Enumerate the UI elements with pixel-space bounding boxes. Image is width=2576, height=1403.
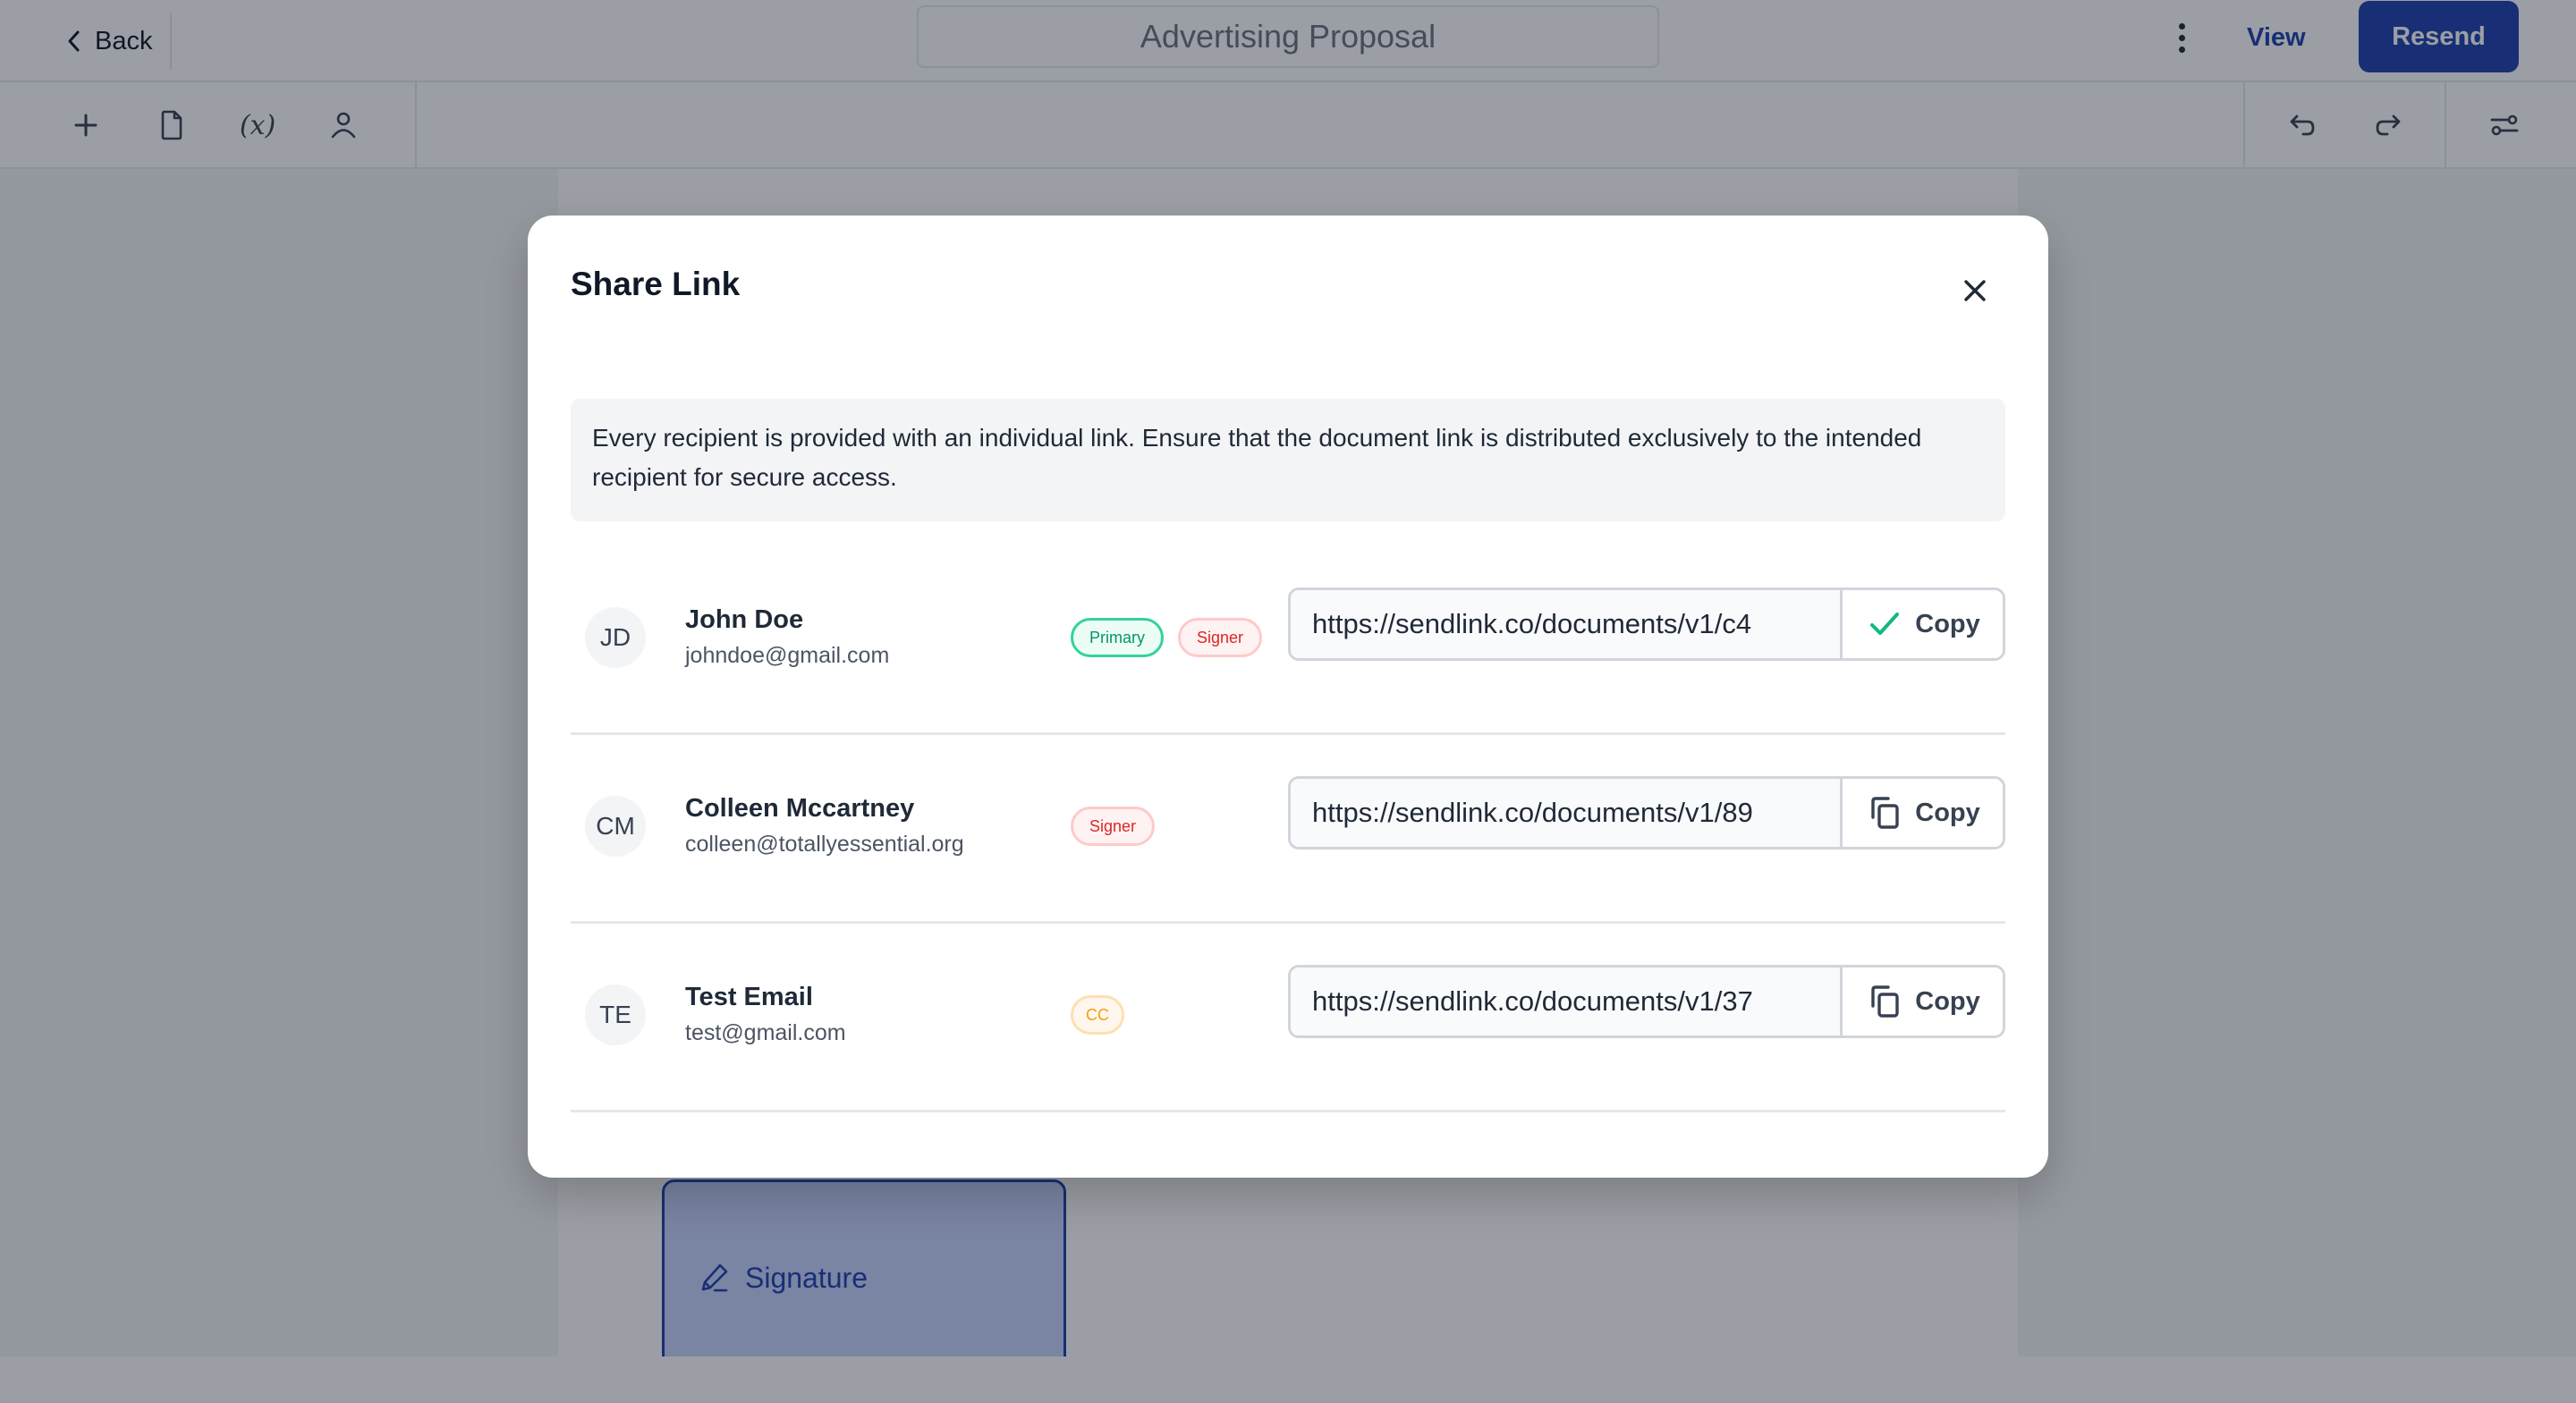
cc-badge: CC [1071, 995, 1124, 1035]
recipient-row: CM Colleen Mccartney colleen@totallyesse… [571, 735, 2005, 924]
share-link-group: Copy [1288, 776, 2005, 849]
role-badges: Signer [1071, 807, 1156, 846]
copy-icon [1871, 985, 1899, 1018]
copy-icon [1871, 797, 1899, 829]
copy-label: Copy [1915, 798, 1980, 827]
modal-title: Share Link [571, 266, 741, 302]
recipient-email: colleen@totallyessential.org [685, 832, 964, 857]
avatar: CM [585, 796, 646, 857]
share-link-group: Copy [1288, 965, 2005, 1038]
recipient-row: JD John Doe johndoe@gmail.com Primary Si… [571, 546, 2005, 735]
close-icon [1964, 280, 1986, 301]
copy-button[interactable]: Copy [1840, 968, 2003, 1035]
check-icon [1870, 613, 1900, 635]
role-badges: CC [1071, 995, 1124, 1035]
avatar: TE [585, 985, 646, 1045]
copy-label: Copy [1915, 986, 1980, 1016]
copy-label: Copy [1915, 609, 1980, 638]
share-link-modal: Share Link Every recipient is provided w… [528, 216, 2048, 1178]
copy-button[interactable]: Copy [1840, 779, 2003, 847]
close-button[interactable] [1955, 271, 1995, 310]
share-link-input[interactable] [1291, 968, 1840, 1035]
recipient-name: John Doe [685, 605, 804, 634]
signer-badge: Signer [1178, 618, 1263, 657]
primary-badge: Primary [1071, 618, 1164, 657]
share-link-group: Copy [1288, 587, 2005, 661]
recipient-email: test@gmail.com [685, 1020, 846, 1045]
role-badges: Primary Signer [1071, 618, 1263, 657]
share-link-input[interactable] [1291, 779, 1840, 847]
security-notice: Every recipient is provided with an indi… [571, 399, 2005, 521]
recipient-email: johndoe@gmail.com [685, 643, 890, 668]
signer-badge: Signer [1071, 807, 1156, 846]
copy-button[interactable]: Copy [1840, 590, 2003, 658]
share-link-input[interactable] [1291, 590, 1840, 658]
recipient-name: Colleen Mccartney [685, 794, 915, 823]
avatar: JD [585, 607, 646, 668]
recipient-name: Test Email [685, 983, 813, 1011]
recipient-row: TE Test Email test@gmail.com CC Copy [571, 924, 2005, 1112]
